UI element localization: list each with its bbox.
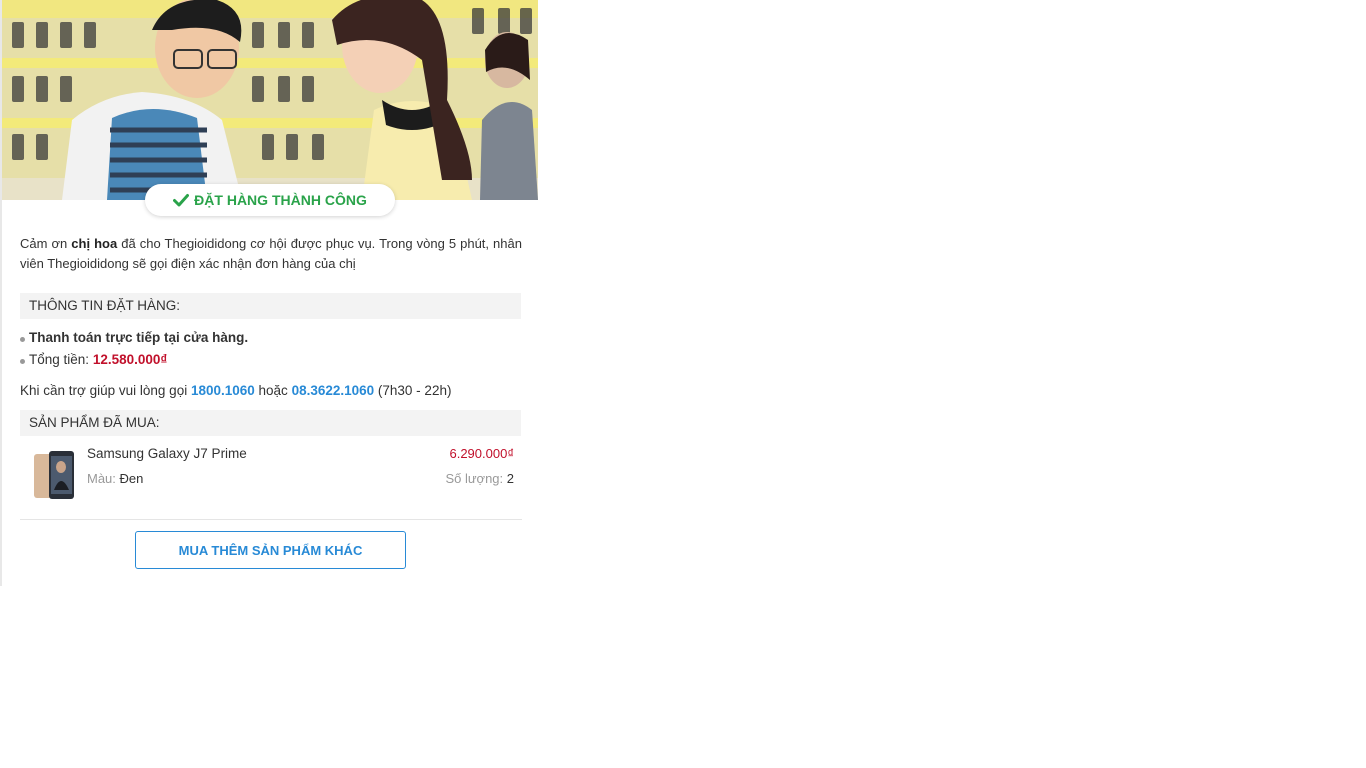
purchased-products-heading: SẢN PHẨM ĐÃ MUA: [20,410,521,436]
order-success-panel: ĐẶT HÀNG THÀNH CÔNG Cảm ơn chị hoa đã ch… [0,0,538,586]
bullet-icon [20,358,25,364]
product-name[interactable]: Samsung Galaxy J7 Prime [87,446,247,461]
hotline-link-1[interactable]: 1800.1060 [191,383,255,398]
support-info: Khi cần trợ giúp vui lòng gọi 1800.1060 … [20,383,452,398]
customer-name: chị hoa [71,236,118,251]
order-total-value: 12.580.000₫ [92,352,168,367]
order-total-row: Tổng tiền: 12.580.000₫ [20,349,520,371]
order-info-list: Thanh toán trực tiếp tại cửa hàng. Tổng … [20,327,520,371]
product-item: Samsung Galaxy J7 Prime Màu: Đen 6.290.0… [20,444,522,520]
payment-method-row: Thanh toán trực tiếp tại cửa hàng. [20,327,520,349]
buy-more-products-button[interactable]: MUA THÊM SẢN PHẨM KHÁC [135,531,406,569]
hotline-link-2[interactable]: 08.3622.1060 [292,383,375,398]
order-info-heading: THÔNG TIN ĐẶT HÀNG: [20,293,521,319]
store-banner-image [2,0,538,200]
bullet-icon [20,336,25,342]
payment-method: Thanh toán trực tiếp tại cửa hàng. [29,330,249,345]
product-quantity: Số lượng: 2 [445,471,514,486]
product-color: Màu: Đen [87,471,144,486]
order-total-label: Tổng tiền: [29,352,90,367]
thank-you-message: Cảm ơn chị hoa đã cho Thegioididong cơ h… [20,236,522,271]
product-thumbnail[interactable] [32,450,76,500]
check-icon [173,194,190,207]
product-price: 6.290.000₫ [449,446,514,461]
order-success-badge: ĐẶT HÀNG THÀNH CÔNG [145,184,395,216]
order-success-text: ĐẶT HÀNG THÀNH CÔNG [194,192,367,208]
